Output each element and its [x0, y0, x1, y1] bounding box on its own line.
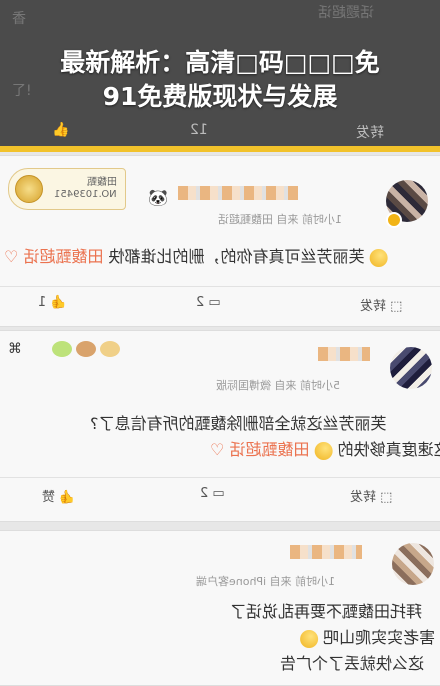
post-content-line-1: 拜托田馥甄不要再乱说话了 [230, 602, 423, 621]
like-button[interactable]: 👍 1 [38, 295, 67, 310]
avatar[interactable] [390, 347, 432, 389]
weibo-post-3: 1小时前 来自 iPhone客户端 拜托田馥甄不要再乱说话了 害老实实爬山吧 这… [0, 530, 440, 686]
stamp-name: 田馥甄 [87, 177, 117, 188]
verified-badge-icon [386, 212, 402, 228]
stamp-number: NO.1039451 [54, 189, 117, 200]
topic-tag-link[interactable]: 田馥甄超话 [23, 247, 103, 266]
fan-badge-stamp: 田馥甄 NO.1039451 [8, 168, 126, 210]
post-action-bar: ⬚ 转发 ▭ 2 👍 1 [0, 286, 440, 323]
medal-icon [15, 175, 43, 203]
title-line-1: 最新解析：高清□码□□□免 [60, 48, 380, 77]
branch-sticker-icon: ⌘ [8, 341, 22, 357]
thumbs-up-icon: 👍 [50, 295, 67, 310]
comment-icon: ▭ [208, 295, 221, 310]
smile-emoji-icon [369, 248, 388, 267]
ghost-repost-label: 转发 [356, 125, 384, 141]
crying-emoji-icon [300, 629, 318, 648]
post-action-bar: ⬚ 转发 ▭ 2 👍 赞 [0, 477, 440, 514]
post-meta: 1小时前 来自 田馥甄超话 [218, 213, 342, 226]
post-body-text: 这速度真够快的 [337, 440, 440, 459]
repost-icon: ⬚ [380, 490, 393, 505]
comment-icon: ▭ [212, 486, 225, 501]
like-count: 1 [38, 295, 47, 310]
sticker-icon-3 [100, 341, 120, 357]
article-title: 最新解析：高清□码□□□免 91免费版现状与发展 [0, 46, 440, 114]
repost-label: 转发 [360, 299, 387, 314]
ghost-comment-count: 12 [190, 122, 208, 138]
post-body-text: 害老实实爬山吧 [323, 628, 436, 647]
comment-button[interactable]: ▭ 2 [196, 295, 221, 310]
ghost-text-left: 香 [12, 11, 26, 27]
weibo-post-1: 田馥甄 NO.1039451 🐼 1小时前 来自 田馥甄超话 芙丽芳丝可真有你的… [0, 155, 440, 327]
comment-count: 2 [200, 486, 209, 501]
post-content-line-1: 芙丽芳丝这就全部删除馥甄的所有信息了? [90, 414, 387, 433]
panda-emoji-icon: 🐼 [148, 188, 168, 207]
weibo-post-2: ⌘ 5小时前 来自 微博国际版 芙丽芳丝这就全部删除馥甄的所有信息了? 这速度真… [0, 330, 440, 522]
ghost-like-icon: 👍 [52, 122, 70, 138]
topic-tag-icon: ♡ [4, 247, 19, 266]
post-content-line-2: 害老实实爬山吧 [300, 627, 435, 649]
divider-line [0, 146, 440, 152]
username-blurred [178, 186, 298, 200]
sticker-icon-2 [76, 341, 96, 357]
thumbs-up-icon: 👍 [59, 490, 76, 505]
post-content-line-2: 这速度真够快的 田馥甄超话 ♡ [210, 439, 440, 461]
like-label: 赞 [42, 490, 56, 505]
title-line-2: 91免费版现状与发展 [102, 82, 338, 111]
ghost-action-bar: 👍 12 转发 [0, 118, 440, 146]
post-content-line-3: 这么快就丢了个广告 [280, 654, 425, 673]
post-content: 芙丽芳丝可真有你的，删的比谁都快 田馥甄超话 ♡ [4, 246, 388, 268]
post-meta: 5小时前 来自 微博国际版 [216, 379, 340, 392]
avatar[interactable] [392, 543, 434, 585]
post-body-text: 芙丽芳丝可真有你的，删的比谁都快 [108, 247, 365, 266]
repost-label: 转发 [350, 490, 377, 505]
post-meta: 1小时前 来自 iPhone客户端 [196, 575, 336, 588]
username-blurred [290, 545, 362, 559]
ghost-text-top: 话题超话 [318, 5, 374, 21]
topic-tag-icon: ♡ [210, 440, 225, 459]
smile-emoji-icon [314, 441, 333, 460]
comment-button[interactable]: ▭ 2 [200, 486, 225, 501]
repost-icon: ⬚ [390, 299, 403, 314]
repost-button[interactable]: ⬚ 转发 [350, 486, 392, 505]
comment-count: 2 [196, 295, 205, 310]
title-overlay: 话题超话 香 了! 最新解析：高清□码□□□免 91免费版现状与发展 👍 12 … [0, 0, 440, 146]
repost-button[interactable]: ⬚ 转发 [360, 295, 402, 314]
like-button[interactable]: 👍 赞 [42, 486, 75, 505]
topic-tag-link[interactable]: 田馥甄超话 [229, 440, 309, 459]
username-blurred [318, 347, 370, 361]
sticker-icon-1 [52, 341, 72, 357]
